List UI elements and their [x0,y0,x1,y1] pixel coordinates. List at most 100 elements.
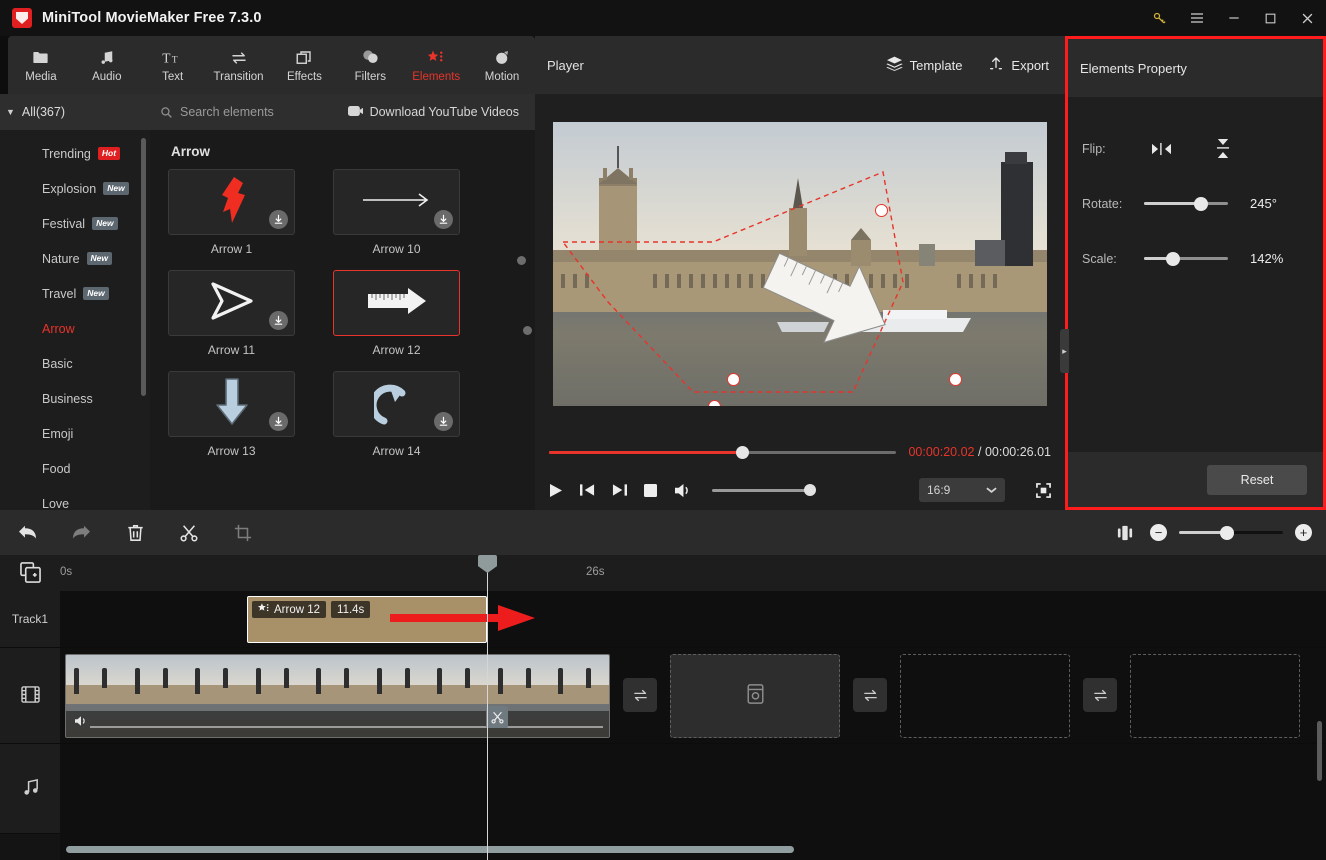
nav-item-filters[interactable]: Filters [337,36,403,94]
category-item-nature[interactable]: Nature New [0,241,150,276]
download-icon[interactable] [269,210,288,229]
previous-frame-button[interactable] [580,483,595,497]
element-thumbnail[interactable] [168,270,295,336]
template-button[interactable]: Template [885,56,962,74]
download-youtube-videos-button[interactable]: Download YouTube Videos [347,105,519,120]
nav-item-effects[interactable]: Effects [272,36,338,94]
maximize-icon[interactable] [1252,0,1289,36]
split-button[interactable] [162,510,216,555]
play-button[interactable] [549,483,563,498]
flip-horizontal-icon[interactable] [1144,142,1178,156]
delete-button[interactable] [108,510,162,555]
panel-resize-handle[interactable] [517,256,526,265]
media-placeholder-1[interactable] [670,654,840,738]
selection-handle[interactable] [949,373,962,386]
scale-slider-knob[interactable] [1165,251,1180,266]
selection-handle[interactable] [727,373,740,386]
timeline-row-elements[interactable]: Arrow 12 11.4s [60,591,1326,648]
timeline-vertical-scrollbar[interactable] [1317,721,1322,781]
category-item-explosion[interactable]: Explosion New [0,171,150,206]
category-item-trending[interactable]: Trending Hot [0,136,150,171]
element-card-arrow-10[interactable]: Arrow 10 [333,169,460,256]
category-item-food[interactable]: Food [0,451,150,486]
fullscreen-button[interactable] [1036,482,1051,498]
playhead[interactable] [478,555,497,860]
zoom-in-button[interactable]: + [1295,524,1312,541]
reset-button[interactable]: Reset [1207,464,1307,495]
element-thumbnail[interactable] [333,169,460,235]
volume-knob[interactable] [804,484,816,496]
progress-knob[interactable] [735,445,749,459]
element-card-arrow-14[interactable]: Arrow 14 [333,371,460,458]
zoom-out-button[interactable]: − [1150,524,1167,541]
timeline-horizontal-scrollbar[interactable] [66,846,794,853]
download-icon[interactable] [434,412,453,431]
rotate-slider-knob[interactable] [1194,196,1209,211]
transition-slot-2[interactable] [853,678,887,712]
rotate-slider[interactable] [1144,196,1228,211]
media-placeholder-3[interactable] [1130,654,1300,738]
timeline-ruler[interactable]: 0s 26s [0,555,1326,591]
nav-item-motion[interactable]: Motion [469,36,535,94]
timeline-video-clip[interactable] [65,654,610,738]
transition-slot-1[interactable] [623,678,657,712]
nav-item-media[interactable]: Media [8,36,74,94]
fit-timeline-icon[interactable] [1112,510,1138,555]
undo-button[interactable] [0,510,54,555]
element-card-arrow-1[interactable]: Arrow 1 [168,169,295,256]
download-icon[interactable] [269,412,288,431]
nav-item-audio[interactable]: Audio [74,36,140,94]
transition-slot-3[interactable] [1083,678,1117,712]
volume-button[interactable] [674,483,691,498]
nav-item-text[interactable]: TT Text [140,36,206,94]
timeline-row-audio[interactable] [60,744,1326,834]
timeline-row-video[interactable] [60,648,1326,744]
download-icon[interactable] [434,210,453,229]
scale-slider[interactable] [1144,251,1228,266]
category-scrollbar[interactable] [141,138,146,396]
track-header-video[interactable] [0,648,60,744]
menu-icon[interactable] [1178,0,1215,36]
download-icon[interactable] [269,311,288,330]
timeline-zoom-slider[interactable] [1179,525,1283,540]
category-all[interactable]: ▼ All(367) [0,94,150,130]
minimize-icon[interactable] [1215,0,1252,36]
category-item-arrow[interactable]: Arrow [0,311,150,346]
key-icon[interactable] [1141,0,1178,36]
selection-handle[interactable] [875,204,888,217]
category-item-emoji[interactable]: Emoji [0,416,150,451]
next-frame-button[interactable] [612,483,627,497]
category-item-love[interactable]: Love [0,486,150,511]
category-item-travel[interactable]: Travel New [0,276,150,311]
elements-scroll-handle[interactable] [523,326,532,335]
selection-handle[interactable] [708,400,721,406]
redo-button[interactable] [54,510,108,555]
zoom-knob[interactable] [1219,525,1234,540]
element-thumbnail[interactable] [333,270,460,336]
element-thumbnail[interactable] [168,371,295,437]
add-track-icon[interactable] [20,562,41,588]
volume-slider[interactable] [712,484,816,496]
speaker-icon[interactable] [74,714,88,732]
crop-button[interactable] [216,510,270,555]
nav-item-transition[interactable]: Transition [206,36,272,94]
media-placeholder-2[interactable] [900,654,1070,738]
video-preview[interactable] [553,122,1047,406]
element-card-arrow-11[interactable]: Arrow 11 [168,270,295,357]
category-item-festival[interactable]: Festival New [0,206,150,241]
track-header-track1[interactable]: Track1 [0,591,60,648]
playback-progress-slider[interactable] [549,445,897,459]
element-card-arrow-13[interactable]: Arrow 13 [168,371,295,458]
panel-collapse-toggle[interactable]: ▸ [1060,329,1069,373]
element-thumbnail[interactable] [333,371,460,437]
track-header-audio[interactable] [0,744,60,834]
close-icon[interactable] [1289,0,1326,36]
flip-vertical-icon[interactable] [1206,139,1240,158]
export-button[interactable]: Export [988,56,1049,75]
nav-item-elements[interactable]: Elements [403,36,469,94]
element-card-arrow-12[interactable]: Arrow 12 [333,270,460,357]
category-item-basic[interactable]: Basic [0,346,150,381]
element-thumbnail[interactable] [168,169,295,235]
split-at-playhead-button[interactable] [486,706,508,728]
category-item-business[interactable]: Business [0,381,150,416]
